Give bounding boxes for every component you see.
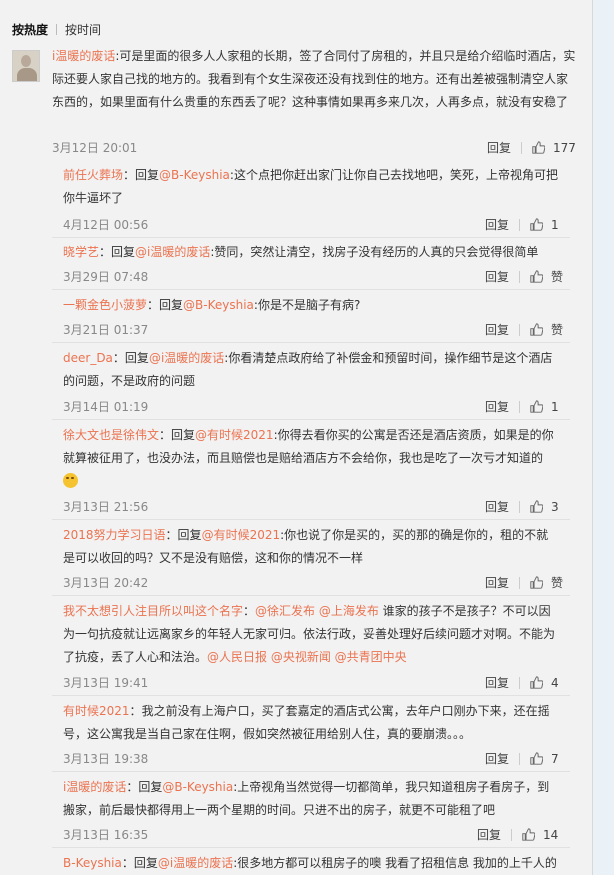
sort-by-time-tab[interactable]: 按时间 — [65, 21, 101, 38]
reply-item: 我不太想引人注目所以叫这个名字：@徐汇发布 @上海发布 谁家的孩子不是孩子？不可… — [52, 600, 570, 696]
thumb-up-icon — [530, 500, 544, 513]
reply-button[interactable]: 回复 — [477, 826, 501, 843]
avatar[interactable] — [12, 50, 40, 82]
page-scroll-track[interactable] — [592, 0, 614, 875]
like-button[interactable]: 177 — [532, 141, 576, 155]
laughing-emoji-icon — [63, 473, 78, 488]
sort-tabs: 按热度 按时间 — [12, 20, 101, 38]
thumb-up-icon — [530, 218, 544, 231]
like-button[interactable]: 赞 — [530, 268, 563, 285]
like-button[interactable]: 1 — [530, 218, 559, 232]
like-count: 177 — [553, 140, 576, 155]
reply-button[interactable]: 回复 — [485, 321, 509, 338]
thumb-up-icon — [530, 676, 544, 689]
comment-time: 3月12日 20:01 — [52, 141, 138, 155]
reply-item: 一颗金色小菠萝：回复@B-Keyshia:你是不是脑子有病? 3月21日 01:… — [52, 294, 570, 343]
reply-button[interactable]: 回复 — [485, 674, 509, 691]
reply-item: 有时候2021：我之前没有上海户口，买了套嘉定的酒店式公寓，去年户口刚办下来，还… — [52, 700, 570, 772]
reply-item: deer_Da：回复@i温暖的废话:你看清楚点政府给了补偿金和预留时间，操作细节… — [52, 347, 570, 420]
thumb-up-icon — [532, 141, 546, 154]
reply-button[interactable]: 回复 — [485, 268, 509, 285]
reply-item: 前任火葬场：回复@B-Keyshia:这个点把你赶出家门让你自己去找地吧，笑死，… — [52, 164, 570, 238]
like-button[interactable]: 7 — [530, 752, 559, 766]
like-button[interactable]: 14 — [522, 828, 558, 842]
main-comment-text: i温暖的废话:可是里面的很多人人家租的长期，签了合同付了房租的，并且只是给介绍临… — [52, 49, 576, 109]
like-button[interactable]: 4 — [530, 676, 559, 690]
reply-button[interactable]: 回复 — [485, 750, 509, 767]
like-button[interactable]: 3 — [530, 500, 559, 514]
comment-body: 可是里面的很多人人家租的长期，签了合同付了房租的，并且只是给介绍临时酒店，实际还… — [52, 49, 576, 109]
reply-button[interactable]: 回复 — [487, 139, 511, 156]
thumb-up-icon — [522, 828, 536, 841]
reply-item: i温暖的废话：回复@B-Keyshia:上帝视角当然觉得一切都简单，我只知道租房… — [52, 776, 570, 848]
thumb-up-icon — [530, 400, 544, 413]
reply-button[interactable]: 回复 — [485, 574, 509, 591]
like-button[interactable]: 赞 — [530, 321, 563, 338]
comment-panel: 按热度 按时间 i温暖的废话:可是里面的很多人人家租的长期，签了合同付了房租的，… — [0, 0, 592, 875]
comment-username[interactable]: i温暖的废话 — [52, 49, 115, 63]
reply-button[interactable]: 回复 — [485, 398, 509, 415]
reply-button[interactable]: 回复 — [485, 216, 509, 233]
thumb-up-icon — [530, 576, 544, 589]
reply-item: 徐大文也是徐伟文：回复@有时候2021:你得去看你买的公寓是否还是酒店资质，如果… — [52, 424, 570, 520]
reply-button[interactable]: 回复 — [485, 498, 509, 515]
thumb-up-icon — [530, 323, 544, 336]
reply-item: 2018努力学习日语：回复@有时候2021:你也说了你是买的，买的那的确是你的，… — [52, 524, 570, 596]
reply-item: 晓学艺：回复@i温暖的废话:赞同，突然让清空，找房子没有经历的人真的只会觉得很简… — [52, 241, 570, 290]
thumb-up-icon — [530, 270, 544, 283]
sort-divider — [56, 23, 58, 35]
thumb-up-icon — [530, 752, 544, 765]
sort-by-hot-tab[interactable]: 按热度 — [12, 21, 48, 38]
reply-item: B-Keyshia：回复@i温暖的废话:很多地方都可以租房子的噢 我看了招租信息… — [63, 856, 557, 870]
like-button[interactable]: 1 — [530, 400, 559, 414]
like-button[interactable]: 赞 — [530, 574, 563, 591]
